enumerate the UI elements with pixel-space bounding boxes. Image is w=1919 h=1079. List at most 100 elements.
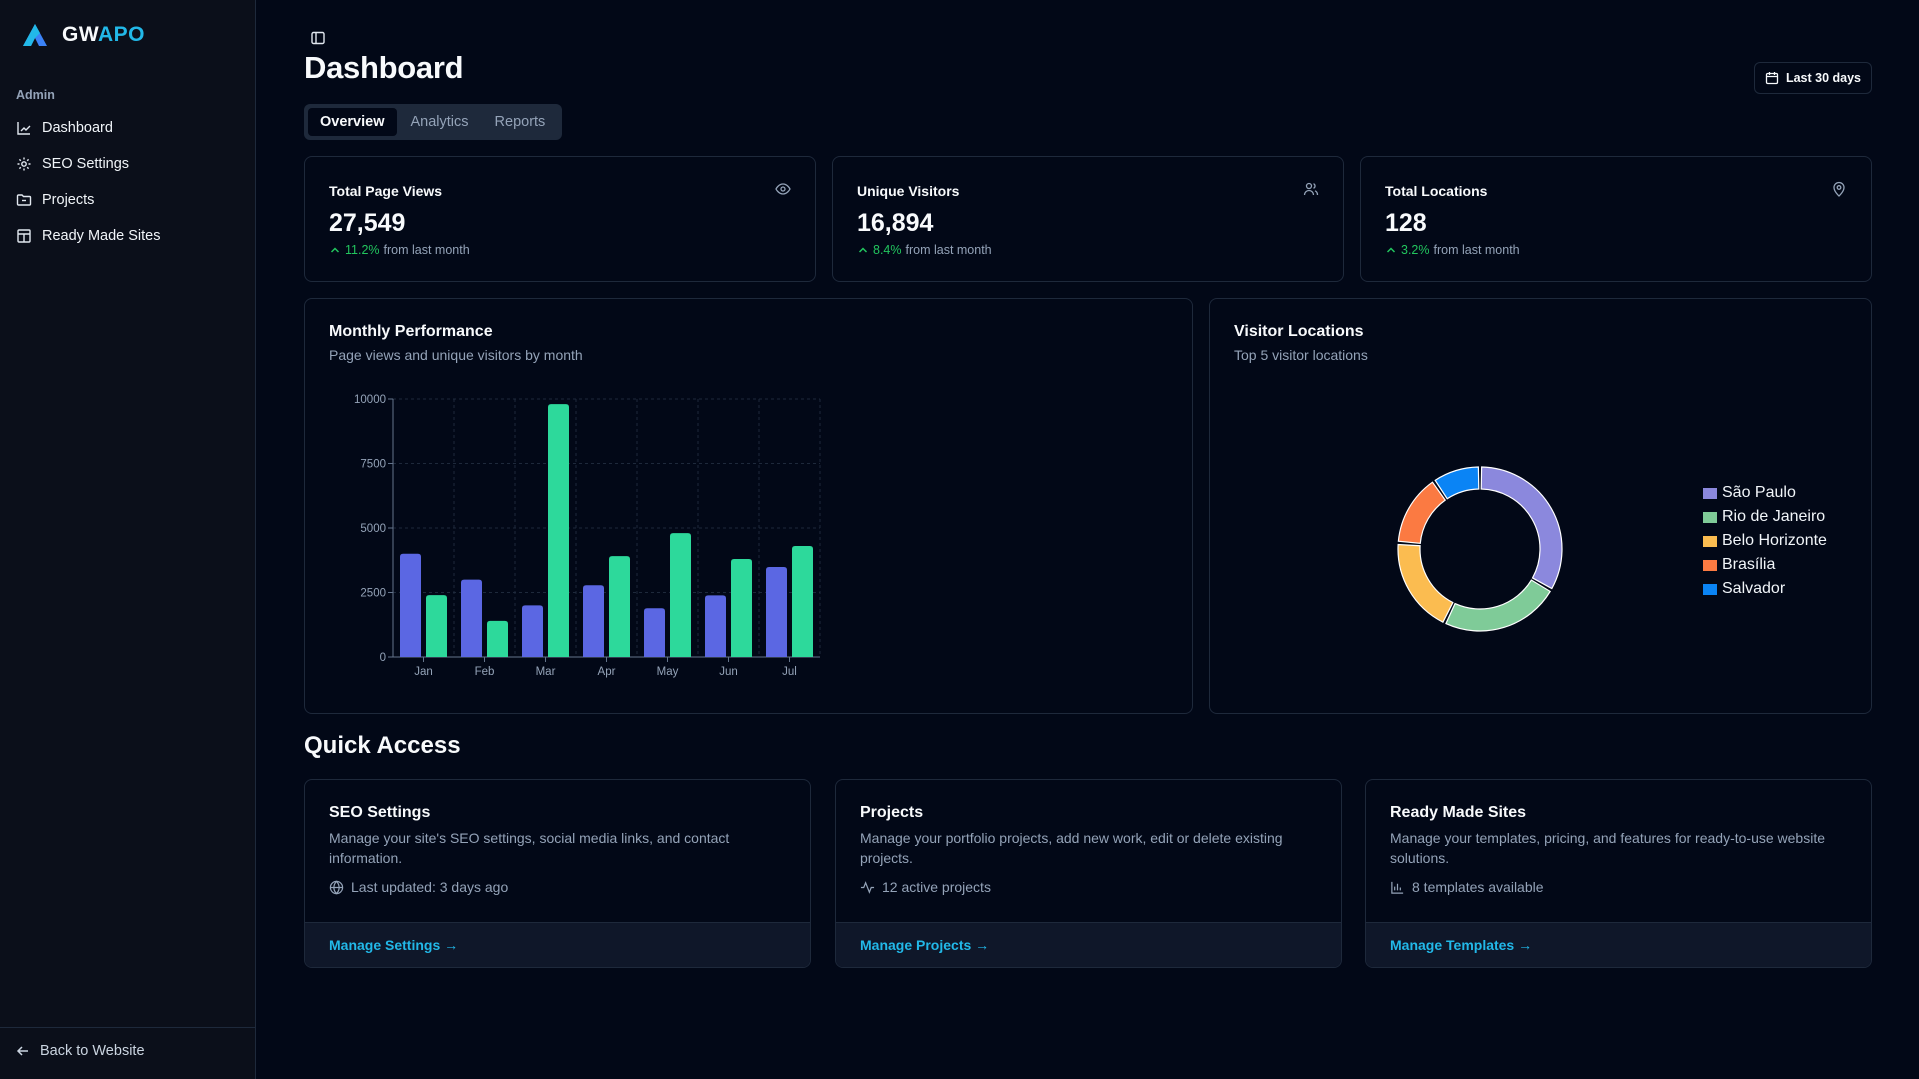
card-subtitle: Top 5 visitor locations (1234, 347, 1368, 363)
bar[interactable] (705, 595, 726, 657)
change-suffix: from last month (905, 243, 992, 257)
stat-value: 128 (1385, 209, 1427, 237)
legend-item: Brasília (1703, 553, 1827, 577)
x-tick-label: May (657, 666, 679, 678)
bar[interactable] (644, 608, 665, 657)
tab-reports[interactable]: Reports (483, 108, 558, 136)
legend-label: Brasília (1722, 556, 1776, 573)
bar[interactable] (461, 579, 482, 657)
folder-icon (16, 194, 32, 206)
date-range-label: Last 30 days (1785, 71, 1862, 85)
sidebar-item-seo-settings[interactable]: SEO Settings (16, 151, 129, 177)
qa-meta-text: 8 templates available (1412, 879, 1544, 895)
manage-projects-link[interactable]: Manage Projects → (860, 937, 989, 953)
sidebar-item-dashboard[interactable]: Dashboard (16, 115, 113, 141)
tab-list: Overview Analytics Reports (304, 104, 562, 140)
chart-icon (17, 122, 31, 135)
legend-swatch (1703, 487, 1717, 499)
change-percent: 11.2% (345, 243, 380, 257)
stat-value: 27,549 (329, 209, 406, 237)
bar[interactable] (731, 558, 752, 657)
stat-change: 3.2% from last month (1385, 243, 1520, 257)
sidebar-toggle-button[interactable] (308, 28, 328, 48)
brand-name: GWAPO (62, 23, 146, 46)
qa-card-title: Ready Made Sites (1390, 804, 1527, 821)
pie-slice[interactable] (1397, 481, 1447, 544)
qa-card-description: Manage your templates, pricing, and feat… (1390, 830, 1826, 866)
bar[interactable] (487, 620, 508, 657)
stat-title: Unique Visitors (857, 183, 960, 199)
qa-meta-text: 12 active projects (882, 879, 991, 895)
map-pin-icon (1833, 181, 1845, 197)
pie-slice[interactable] (1434, 466, 1480, 500)
sidebar-item-ready-made-sites[interactable]: Ready Made Sites (16, 223, 160, 249)
change-percent: 3.2% (1401, 243, 1430, 257)
tab-overview[interactable]: Overview (308, 108, 397, 136)
stat-card-page-views: Total Page Views 27,549 11.2% from last … (304, 156, 816, 282)
sidebar: GWAPO Admin Dashboard SEO Settings Proje… (0, 0, 256, 1079)
bar[interactable] (583, 585, 604, 657)
qa-card-description: Manage your site's SEO settings, social … (329, 830, 730, 866)
gear-icon (17, 157, 31, 171)
stat-change: 8.4% from last month (857, 243, 992, 257)
qa-card-meta: 12 active projects (860, 879, 991, 895)
sidebar-item-label: Projects (42, 192, 95, 208)
x-tick-label: Feb (475, 666, 495, 678)
back-to-website-link[interactable]: Back to Website (16, 1043, 145, 1059)
qa-card-description: Manage your portfolio projects, add new … (860, 830, 1283, 866)
sidebar-item-label: Dashboard (42, 120, 113, 136)
card-title: Monthly Performance (329, 323, 493, 340)
globe-icon (329, 880, 344, 894)
tab-analytics[interactable]: Analytics (399, 108, 481, 136)
bar[interactable] (548, 404, 569, 657)
legend-item: São Paulo (1703, 481, 1827, 505)
qa-card-footer: Manage Templates → (1366, 922, 1871, 967)
pie-slice[interactable] (1445, 579, 1552, 632)
bar[interactable] (400, 553, 421, 657)
stat-card-unique-visitors: Unique Visitors 16,894 8.4% from last mo… (832, 156, 1344, 282)
bar[interactable] (522, 605, 543, 657)
change-suffix: from last month (383, 243, 470, 257)
users-icon (1303, 182, 1319, 196)
logo-icon (23, 24, 47, 46)
manage-templates-link[interactable]: Manage Templates → (1390, 937, 1532, 953)
qa-card-title: SEO Settings (329, 804, 431, 821)
legend-swatch (1703, 559, 1717, 571)
sidebar-section-label: Admin (16, 88, 55, 102)
legend-item: Belo Horizonte (1703, 529, 1827, 553)
donut-chart (1397, 466, 1563, 632)
brand[interactable]: GWAPO (22, 20, 145, 50)
card-subtitle: Page views and unique visitors by month (329, 347, 583, 363)
x-tick-label: Jun (719, 666, 738, 678)
arrow-left-icon (16, 1046, 28, 1056)
bar[interactable] (792, 546, 813, 657)
bar[interactable] (426, 595, 447, 657)
legend-swatch (1703, 583, 1717, 595)
bar[interactable] (609, 556, 630, 657)
qa-card-meta: 8 templates available (1390, 879, 1544, 895)
pie-slice[interactable] (1397, 543, 1454, 623)
chevron-up-icon (330, 247, 340, 253)
y-tick-label: 10000 (354, 394, 386, 406)
bar[interactable] (766, 566, 787, 657)
quick-access-card-projects: Projects Manage your portfolio projects,… (835, 779, 1342, 968)
y-tick-label: 7500 (360, 459, 386, 471)
date-range-button[interactable]: Last 30 days (1754, 62, 1872, 94)
pie-slice[interactable] (1480, 466, 1563, 590)
bar[interactable] (670, 533, 691, 657)
x-tick-label: Apr (598, 666, 616, 678)
legend-item: Rio de Janeiro (1703, 505, 1827, 529)
qa-meta-text: Last updated: 3 days ago (351, 879, 509, 895)
monthly-performance-card: Monthly Performance Page views and uniqu… (304, 298, 1193, 714)
x-tick-label: Jul (782, 666, 797, 678)
sidebar-item-projects[interactable]: Projects (16, 187, 94, 213)
manage-settings-link[interactable]: Manage Settings → (329, 937, 458, 953)
bar-chart: 0 2500 5000 7500 10000 Jan Feb Mar Apr May Jun Jul (354, 394, 821, 678)
legend-swatch (1703, 535, 1717, 547)
quick-access-card-ready-made-sites: Ready Made Sites Manage your templates, … (1365, 779, 1872, 968)
sidebar-item-label: Ready Made Sites (42, 228, 161, 244)
sidebar-footer: Back to Website (0, 1027, 255, 1079)
chart-legend: São Paulo Rio de Janeiro Belo Horizonte Bra… (1703, 481, 1827, 601)
change-suffix: from last month (1433, 243, 1520, 257)
stat-card-total-locations: Total Locations 128 3.2% from last month (1360, 156, 1872, 282)
